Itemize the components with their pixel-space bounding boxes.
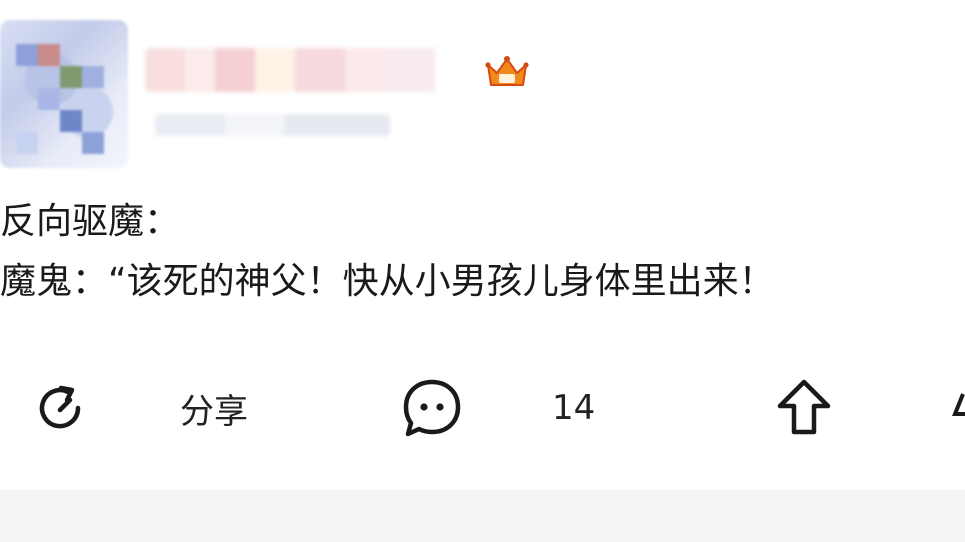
comment-count: 14 [552, 388, 596, 428]
comment-count-button[interactable]: 14 [552, 372, 595, 444]
post-meta-blurred [155, 114, 390, 136]
post-line: 反向驱魔： [0, 201, 181, 242]
comment-button[interactable] [400, 372, 464, 444]
share-label-button[interactable]: 分享 [180, 372, 248, 444]
upvote-icon [772, 376, 836, 440]
upvote-button[interactable] [772, 372, 836, 444]
share-button[interactable] [30, 372, 90, 444]
upvote-count-cut[interactable] [950, 372, 965, 444]
section-divider [0, 490, 965, 542]
post-line: 魔鬼：“该死的神父！快从小男孩儿身体里出来！ [0, 261, 775, 302]
crown-badge-icon [484, 53, 530, 91]
share-icon [30, 378, 90, 438]
avatar[interactable] [0, 20, 128, 168]
action-bar: 分享 14 [0, 372, 965, 444]
truncated-count-glyph [952, 393, 965, 416]
share-label: 分享 [180, 391, 248, 432]
comment-icon [400, 376, 464, 440]
post-header [0, 0, 965, 175]
username-blurred[interactable] [145, 48, 475, 92]
post-content: 反向驱魔： 魔鬼：“该死的神父！快从小男孩儿身体里出来！ [0, 192, 965, 312]
